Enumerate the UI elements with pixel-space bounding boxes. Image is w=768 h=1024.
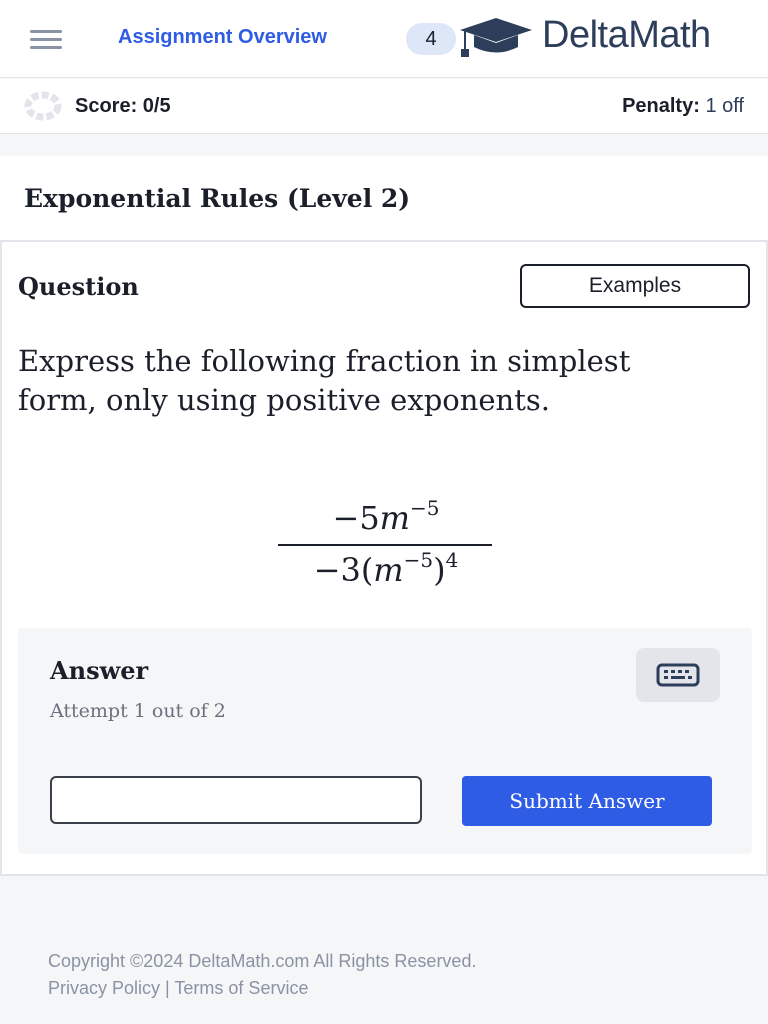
denominator-inner-exponent: −5 — [403, 548, 434, 572]
submit-answer-button[interactable]: Submit Answer — [462, 776, 712, 826]
keyboard-icon — [656, 663, 700, 687]
attempt-counter: Attempt 1 out of 2 — [50, 700, 226, 722]
penalty-indicator: Penalty: 1 off — [622, 95, 744, 118]
question-heading: Question — [18, 272, 139, 301]
page-footer: Copyright ©2024 DeltaMath.com All Rights… — [48, 948, 476, 1002]
denominator-outer-exponent: 4 — [445, 548, 459, 572]
loading-spinner-icon — [24, 91, 62, 121]
footer-separator: | — [165, 978, 170, 998]
numerator-coefficient: −5 — [332, 499, 380, 537]
penalty-label: Penalty: — [622, 95, 700, 117]
keyboard-toggle-button[interactable] — [636, 648, 720, 702]
problem-title-card: Exponential Rules (Level 2) — [0, 156, 768, 240]
graduation-cap-icon — [460, 18, 532, 57]
numerator-exponent: −5 — [410, 496, 440, 520]
denominator-coefficient: −3( — [313, 551, 374, 589]
terms-of-service-link[interactable]: Terms of Service — [174, 978, 308, 998]
top-navigation-bar: Assignment Overview 4 DeltaMath — [0, 0, 768, 78]
denominator-close-paren: ) — [433, 551, 446, 589]
assignment-count-badge: 4 — [406, 23, 456, 55]
question-prompt: Express the following fraction in simple… — [18, 344, 631, 417]
fraction-numerator: −5m−5 — [2, 496, 768, 537]
math-fraction: −5m−5 −3(m−5)4 — [2, 492, 768, 592]
answer-panel: Answer Attempt 1 out of 2 Submit Answer — [18, 628, 752, 854]
question-card: Question Examples Express the following … — [0, 240, 768, 876]
footer-links: Privacy Policy | Terms of Service — [48, 975, 476, 1002]
fraction-denominator: −3(m−5)4 — [2, 548, 768, 589]
denominator-variable: m — [373, 551, 404, 589]
score-bar: Score: 0/5 Penalty: 1 off — [0, 79, 768, 134]
answer-heading: Answer — [50, 656, 149, 685]
penalty-value: 1 off — [705, 95, 744, 117]
answer-input[interactable] — [50, 776, 422, 824]
page-title: Exponential Rules (Level 2) — [24, 184, 411, 213]
score-text: Score: 0/5 — [75, 95, 171, 117]
privacy-policy-link[interactable]: Privacy Policy — [48, 978, 160, 998]
examples-button[interactable]: Examples — [520, 264, 750, 308]
deltamath-logo-text[interactable]: DeltaMath — [542, 14, 711, 57]
assignment-overview-link[interactable]: Assignment Overview — [118, 26, 327, 49]
hamburger-menu-icon[interactable] — [28, 26, 64, 52]
numerator-variable: m — [379, 499, 411, 537]
fraction-bar — [278, 544, 492, 546]
copyright-text: Copyright ©2024 DeltaMath.com All Rights… — [48, 951, 477, 971]
